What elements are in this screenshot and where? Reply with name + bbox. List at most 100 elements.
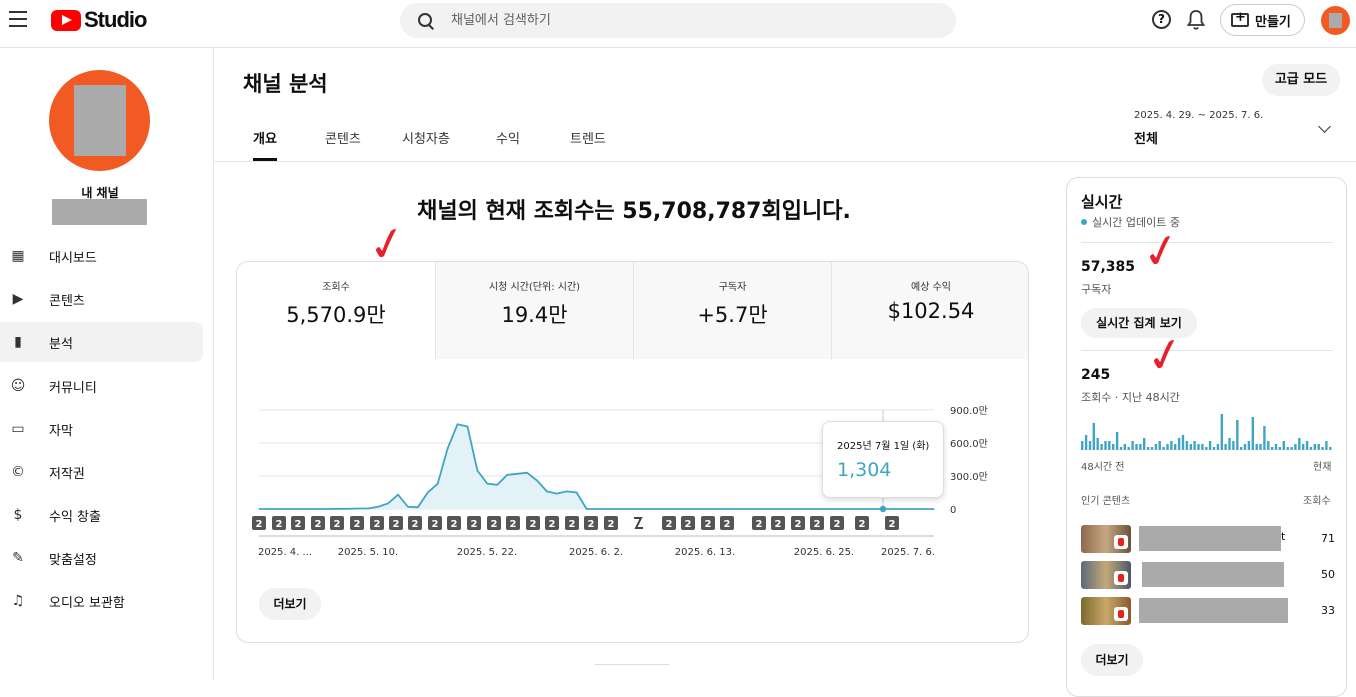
realtime-bar xyxy=(1150,447,1154,450)
video-thumbnail[interactable] xyxy=(1081,525,1131,553)
video-marker-label: 2 xyxy=(530,519,537,530)
shorts-icon xyxy=(1114,571,1128,585)
notifications-bell-icon[interactable] xyxy=(1186,9,1206,31)
realtime-bar xyxy=(1224,444,1227,450)
realtime-subscribers: 57,385 xyxy=(1081,259,1136,275)
video-marker-label: 2 xyxy=(834,519,841,530)
video-marker-label: 2 xyxy=(510,519,517,530)
metric-value: 5,570.9만 xyxy=(286,303,386,327)
sidebar-item[interactable]: ♫ 오디오 보관함 xyxy=(0,581,203,621)
realtime-bar xyxy=(1197,444,1200,450)
sidebar-item-label: 오디오 보관함 xyxy=(49,595,125,611)
realtime-bar xyxy=(1286,447,1289,450)
y-tick-label: 900.0만 xyxy=(950,405,988,417)
sidebar-item[interactable]: © 저작권 xyxy=(0,452,203,492)
youtube-studio-logo[interactable]: Studio xyxy=(51,7,147,33)
advanced-mode-button[interactable]: 고급 모드 xyxy=(1262,64,1340,96)
realtime-more-button[interactable]: 더보기 xyxy=(1081,644,1143,676)
y-tick-label: 0 xyxy=(950,505,956,516)
search-input[interactable] xyxy=(451,13,901,28)
realtime-bar xyxy=(1309,447,1313,450)
metric-subscribers[interactable]: 구독자 +5.7만 xyxy=(633,262,831,359)
video-marker-label: 2 xyxy=(814,519,821,530)
search-bar[interactable] xyxy=(400,3,956,38)
sidebar-item[interactable]: ✎ 맞춤설정 xyxy=(0,538,203,578)
row-views: 50 xyxy=(1321,568,1335,581)
realtime-bar xyxy=(1321,447,1324,450)
sidebar-item[interactable]: ▭ 자막 xyxy=(0,409,203,449)
tab-trends[interactable]: 트렌드 xyxy=(570,128,606,161)
shorts-icon xyxy=(1114,535,1128,549)
metric-revenue[interactable]: 예상 수익 $102.54 xyxy=(831,262,1028,359)
data-point xyxy=(804,508,806,510)
metric-watch-time[interactable]: 시청 시간(단위: 시간) 19.4만 xyxy=(435,262,633,359)
tab-revenue[interactable]: 수익 xyxy=(496,128,520,161)
live-dot-icon xyxy=(1081,219,1087,225)
data-point xyxy=(903,508,905,510)
more-button[interactable]: 더보기 xyxy=(259,588,321,620)
top-content-row[interactable]: 50 xyxy=(1081,561,1335,589)
date-selection[interactable]: 전체 xyxy=(1134,128,1158,147)
page-title: 채널 분석 xyxy=(243,72,328,96)
create-video-icon xyxy=(1231,10,1249,27)
realtime-bar xyxy=(1193,441,1196,450)
tab-content[interactable]: 콘텐츠 xyxy=(325,128,361,161)
data-point xyxy=(625,508,627,510)
realtime-bar-chart[interactable] xyxy=(1081,414,1333,450)
realtime-bar xyxy=(1255,444,1258,450)
y-tick-label: 600.0만 xyxy=(950,438,988,450)
x-tick-label: 2025. 5. 10. xyxy=(338,547,398,558)
realtime-bar xyxy=(1220,414,1223,450)
video-thumbnail[interactable] xyxy=(1081,561,1131,589)
realtime-bar xyxy=(1212,447,1216,450)
sidebar-item[interactable]: $ 수익 창출 xyxy=(0,495,203,535)
bars-start-label: 48시간 전 xyxy=(1081,462,1125,473)
video-marker-label: 2 xyxy=(451,519,458,530)
data-point xyxy=(893,508,895,510)
data-point xyxy=(933,508,935,510)
data-point xyxy=(556,493,558,495)
data-point xyxy=(417,506,419,508)
data-point xyxy=(536,479,538,481)
data-point xyxy=(744,508,746,510)
realtime-bar xyxy=(1189,444,1192,450)
realtime-bar xyxy=(1271,447,1274,450)
top-content-row[interactable]: 33 xyxy=(1081,597,1335,625)
realtime-bar xyxy=(1317,444,1320,450)
video-marker-label: 2 xyxy=(412,519,419,530)
data-point xyxy=(695,508,697,510)
video-thumbnail[interactable] xyxy=(1081,597,1131,625)
metric-label: 구독자 xyxy=(718,282,747,293)
realtime-bar xyxy=(1181,435,1185,450)
metric-value: +5.7만 xyxy=(697,303,768,327)
help-icon[interactable]: ? xyxy=(1152,10,1171,29)
data-point xyxy=(605,508,608,510)
realtime-bar xyxy=(1131,441,1134,450)
realtime-bar xyxy=(1259,444,1262,450)
date-range[interactable]: 2025. 4. 29. ~ 2025. 7. 6. xyxy=(1134,110,1263,121)
tab-audience[interactable]: 시청자층 xyxy=(402,128,450,161)
top-content-row[interactable]: t 71 xyxy=(1081,525,1335,553)
channel-avatar[interactable] xyxy=(49,70,150,171)
data-point xyxy=(734,508,737,510)
metric-views[interactable]: 조회수 5,570.9만 xyxy=(237,262,435,359)
top-content-label: 인기 콘텐츠 xyxy=(1081,496,1131,507)
realtime-bar xyxy=(1100,444,1103,450)
metric-label: 조회수 xyxy=(322,282,350,293)
sidebar-item[interactable]: ▮ 분석 xyxy=(0,322,203,362)
realtime-bar xyxy=(1154,444,1158,450)
chevron-down-icon[interactable] xyxy=(1318,120,1331,133)
sidebar-item[interactable]: ▶ 콘텐츠 xyxy=(0,279,203,319)
data-point xyxy=(486,483,488,485)
account-avatar[interactable] xyxy=(1321,6,1350,35)
menu-icon[interactable] xyxy=(9,11,27,29)
sidebar-item[interactable]: ▦ 대시보드 xyxy=(0,236,203,276)
tab-overview[interactable]: 개요 xyxy=(253,128,277,161)
sidebar-item[interactable]: ☺ 커뮤니티 xyxy=(0,366,203,406)
shorts-marker-icon[interactable] xyxy=(634,517,643,529)
search-icon[interactable] xyxy=(417,12,435,30)
sidebar-item-label: 커뮤니티 xyxy=(49,380,97,396)
create-button[interactable]: 만들기 xyxy=(1220,4,1305,36)
realtime-bar xyxy=(1088,441,1092,450)
data-point xyxy=(427,491,429,494)
